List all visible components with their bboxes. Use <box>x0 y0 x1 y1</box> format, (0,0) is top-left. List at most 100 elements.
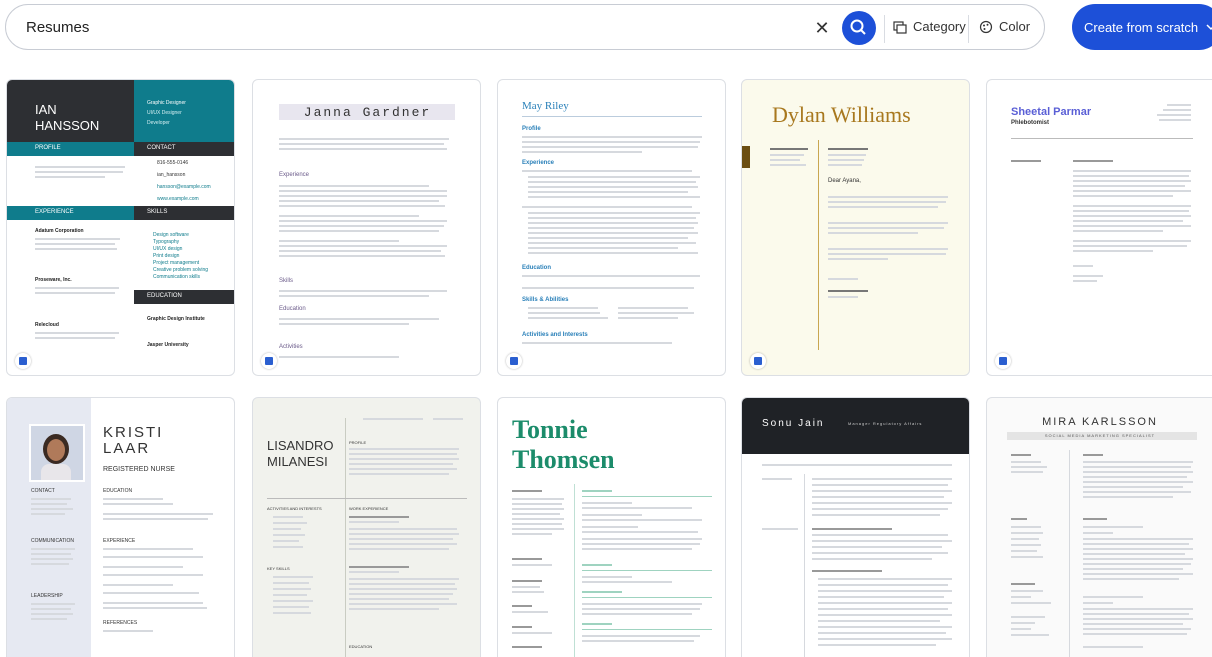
close-icon[interactable]: ✕ <box>811 17 833 39</box>
text-line <box>512 580 542 582</box>
template-card-kristi-laar[interactable]: KRISTI LAAR REGISTERED NURSE CONTACT COM… <box>6 397 235 657</box>
text-line <box>512 632 552 634</box>
text-line <box>818 584 948 586</box>
text-line <box>273 588 311 590</box>
create-from-scratch-button[interactable]: Create from scratch <box>1072 4 1212 50</box>
text-line <box>522 141 700 143</box>
sidebar-heading: ACTIVITIES AND INTERESTS <box>267 506 322 511</box>
text-line <box>818 644 936 646</box>
section-heading: EDUCATION <box>147 293 182 299</box>
text-line <box>522 136 702 138</box>
text-line <box>1011 596 1031 598</box>
text-line <box>828 248 948 250</box>
text-line <box>349 448 459 450</box>
text-line <box>279 245 447 247</box>
template-card-sheetal-parmar[interactable]: Sheetal Parmar Phlebotomist <box>986 79 1212 376</box>
text-line <box>279 185 429 187</box>
template-card-dylan-williams[interactable]: Dylan Williams Dear Ayana, <box>741 79 970 376</box>
text-line <box>512 605 532 607</box>
text-line <box>349 538 453 540</box>
color-filter[interactable]: Color <box>979 19 1030 34</box>
school: Jasper University <box>147 342 189 348</box>
text-line <box>1073 195 1173 197</box>
skill-item: Creative problem solving <box>153 267 209 273</box>
contact-email: hansson@example.com <box>157 184 211 190</box>
text-line <box>770 154 804 156</box>
text-line <box>349 583 455 585</box>
section-heading: PROFILE <box>349 440 367 445</box>
text-line <box>512 586 540 588</box>
text-line <box>1073 245 1187 247</box>
text-line <box>1011 634 1049 636</box>
text-line <box>522 116 702 117</box>
text-line <box>35 337 115 339</box>
template-card-tonnie-thomsen[interactable]: Tonnie Thomsen <box>497 397 726 657</box>
template-card-may-riley[interactable]: May Riley Profile Experience Education S… <box>497 79 726 376</box>
text-line <box>582 543 700 545</box>
text-line <box>528 312 600 314</box>
section-bar <box>7 142 134 156</box>
text-line <box>279 318 439 320</box>
category-filter-label: Category <box>913 19 966 34</box>
text-line <box>1083 613 1189 615</box>
text-line <box>1083 596 1143 598</box>
text-line <box>103 548 193 550</box>
text-line <box>103 566 183 568</box>
text-line <box>828 148 868 150</box>
text-line <box>528 237 688 239</box>
template-card-sonu-jain[interactable]: Sonu Jain Manager Regulatory Affairs <box>741 397 970 657</box>
section-heading: REFERENCES <box>103 620 138 626</box>
text-line <box>31 548 75 550</box>
text-line <box>512 564 552 566</box>
category-filter[interactable]: Category <box>893 19 966 34</box>
text-line <box>31 503 67 505</box>
divider <box>345 418 346 657</box>
text-line <box>512 508 564 510</box>
search-input[interactable]: Resumes <box>26 19 89 36</box>
template-card-mira-karlsson[interactable]: MIRA KARLSSON SOCIAL MEDIA MARKETING SPE… <box>986 397 1212 657</box>
text-line <box>1073 215 1191 217</box>
text-line <box>528 186 698 188</box>
text-line <box>812 496 944 498</box>
text-line <box>828 258 888 260</box>
text-line <box>1083 532 1113 534</box>
text-line <box>528 252 698 254</box>
text-line <box>512 490 542 492</box>
text-line <box>1083 568 1183 570</box>
text-line <box>618 307 688 309</box>
text-line <box>762 478 792 480</box>
text-line <box>1011 160 1041 162</box>
text-line <box>528 181 696 183</box>
text-line <box>582 613 692 615</box>
card-role: Developer <box>147 120 170 126</box>
text-line <box>582 635 700 637</box>
card-role: UI/UX Designer <box>147 110 182 116</box>
divider <box>1069 450 1070 657</box>
template-card-ian-hansson[interactable]: IAN HANSSON Graphic Designer UI/UX Desig… <box>6 79 235 376</box>
text-line <box>528 232 698 234</box>
text-line <box>103 498 163 500</box>
text-line <box>528 317 608 319</box>
text-line <box>279 250 441 252</box>
section-heading: CONTACT <box>147 145 176 151</box>
template-card-lisandro-milanesi[interactable]: LISANDRO MILANESI PROFILE ACTIVITIES AND… <box>252 397 481 657</box>
text-line <box>103 513 213 515</box>
text-line <box>812 478 952 480</box>
text-line <box>1073 210 1189 212</box>
text-line <box>279 220 447 222</box>
text-line <box>582 640 694 642</box>
text-line <box>1073 190 1191 192</box>
text-line <box>522 287 694 289</box>
sidebar-heading: CONTACT <box>31 488 55 494</box>
template-card-janna-gardner[interactable]: Janna Gardner Experience Skills Educatio… <box>252 79 481 376</box>
text-line <box>770 148 808 150</box>
skill-item: Project management <box>153 260 200 266</box>
text-line <box>279 190 447 192</box>
search-button[interactable] <box>842 11 876 45</box>
text-line <box>273 534 305 536</box>
text-line <box>273 582 309 584</box>
text-line <box>528 176 700 178</box>
section-heading: Experience <box>279 172 310 178</box>
text-line <box>1163 109 1191 111</box>
text-line <box>279 143 444 145</box>
